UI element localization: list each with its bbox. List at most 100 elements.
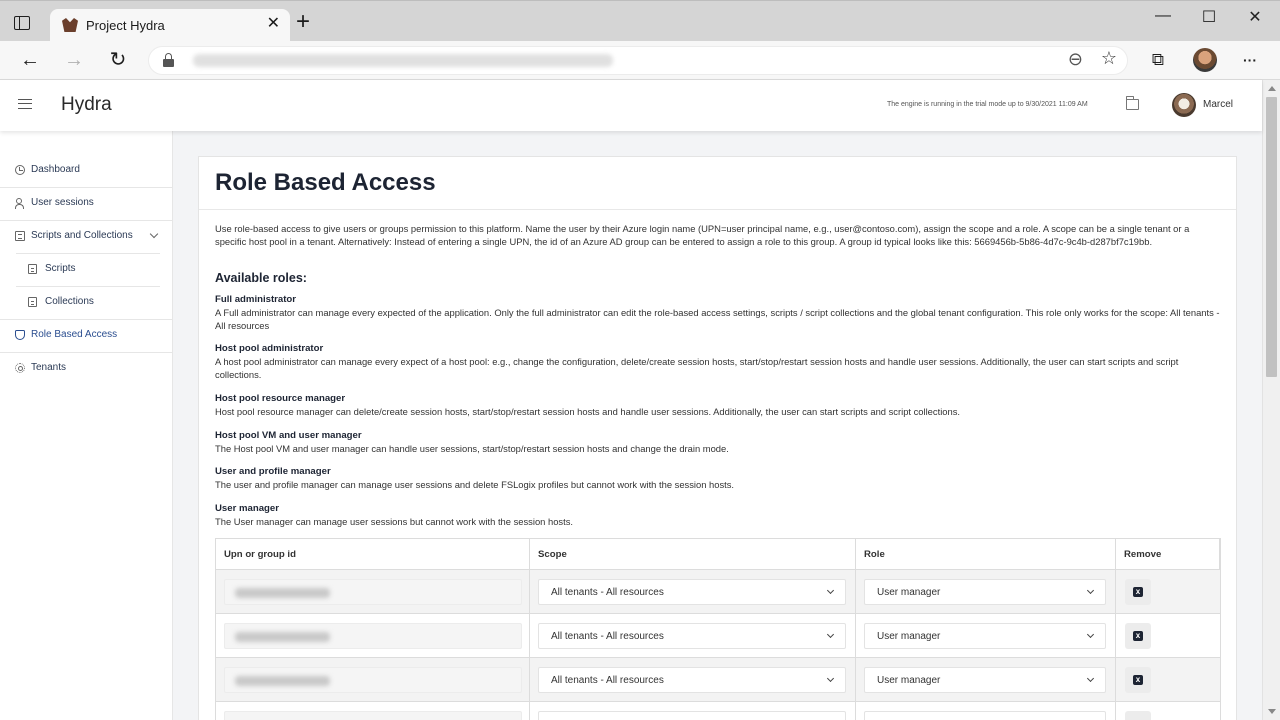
role-select[interactable] [864, 711, 1106, 720]
sidebar-item-user-sessions[interactable]: User sessions [0, 187, 172, 220]
table-row: All tenants - All resources User manager… [216, 569, 1220, 613]
role-name: Full administrator [215, 294, 297, 305]
trial-mode-notice: The engine is running in the trial mode … [887, 101, 1088, 108]
remove-cell: x [1116, 614, 1220, 657]
scope-cell: All tenants - All resources [530, 614, 856, 657]
sidebar-item-scripts[interactable]: Scripts [0, 253, 172, 286]
upn-value-blurred [235, 632, 330, 642]
scope-select[interactable] [538, 711, 846, 720]
role-full-administrator: Full administrator A Full administrator … [215, 293, 1225, 332]
role-host-pool-vm-and-user-manager: Host pool VM and user manager The Host p… [215, 429, 1225, 455]
browser-tab[interactable]: Project Hydra ✕ [50, 9, 290, 42]
chevron-down-icon[interactable] [149, 229, 159, 239]
role-host-pool-resource-manager: Host pool resource manager Host pool res… [215, 392, 1225, 418]
upn-input[interactable] [224, 623, 522, 649]
scroll-down-icon[interactable] [1268, 709, 1276, 714]
close-icon: x [1133, 631, 1143, 641]
sidebar-item-collections[interactable]: Collections [0, 286, 172, 319]
user-name[interactable]: Marcel [1203, 99, 1233, 110]
chevron-down-icon [826, 586, 835, 595]
forward-icon[interactable]: → [62, 48, 86, 72]
user-avatar[interactable] [1172, 93, 1196, 117]
sidebar-item-label: Collections [45, 296, 94, 307]
remove-button[interactable]: x [1125, 623, 1151, 649]
role-description: The User manager can manage user session… [215, 516, 573, 527]
remove-button[interactable] [1125, 711, 1151, 720]
role-value: User manager [877, 631, 941, 642]
role-value: User manager [877, 587, 941, 598]
column-header-role: Role [856, 539, 1116, 569]
tab-title: Project Hydra [86, 18, 165, 33]
scope-cell: All tenants - All resources [530, 658, 856, 701]
sidebar-item-label: Dashboard [31, 164, 80, 175]
role-cell [856, 702, 1116, 720]
close-window-icon[interactable]: ✕ [1240, 7, 1270, 27]
sidebar-item-label: Scripts [45, 263, 76, 274]
chevron-down-icon [1086, 674, 1095, 683]
remove-cell: x [1116, 570, 1220, 613]
remove-cell [1116, 702, 1220, 720]
remove-button[interactable]: x [1125, 667, 1151, 693]
upn-cell [216, 658, 530, 701]
table-row [216, 701, 1220, 720]
tab-close-icon[interactable]: ✕ [267, 15, 280, 33]
scroll-up-icon[interactable] [1268, 86, 1276, 91]
close-icon: x [1133, 675, 1143, 685]
remove-button[interactable]: x [1125, 579, 1151, 605]
page-scrollbar[interactable] [1262, 80, 1280, 720]
role-cell: User manager [856, 614, 1116, 657]
gear-icon [15, 363, 25, 373]
role-select[interactable]: User manager [864, 579, 1106, 605]
sidebar-item-label: User sessions [31, 197, 94, 208]
role-value: User manager [877, 675, 941, 686]
collections-icon[interactable]: ⧉ [1146, 48, 1170, 72]
lock-icon[interactable] [163, 53, 174, 67]
role-host-pool-administrator: Host pool administrator A host pool admi… [215, 342, 1225, 381]
sidebar-item-tenants[interactable]: Tenants [0, 352, 172, 385]
sidebar-item-dashboard[interactable]: Dashboard [0, 154, 172, 187]
role-description: A Full administrator can manage every ex… [215, 307, 1220, 331]
tab-actions-icon[interactable] [14, 16, 30, 30]
sidebar-item-scripts-and-collections[interactable]: Scripts and Collections [0, 220, 172, 253]
role-name: User manager [215, 503, 279, 514]
chevron-down-icon [826, 674, 835, 683]
browser-profile-avatar[interactable] [1193, 48, 1217, 72]
upn-input[interactable] [224, 667, 522, 693]
sidebar-item-label: Scripts and Collections [31, 230, 133, 241]
sidebar: Dashboard User sessions Scripts and Coll… [0, 131, 173, 720]
sidebar-item-label: Tenants [31, 362, 67, 373]
remove-cell: x [1116, 658, 1220, 701]
role-description: Host pool resource manager can delete/cr… [215, 406, 960, 417]
upn-input[interactable] [224, 579, 522, 605]
maximize-icon[interactable]: ☐ [1194, 7, 1224, 27]
scope-cell [530, 702, 856, 720]
refresh-icon[interactable]: ↻ [106, 48, 130, 72]
sidebar-item-role-based-access[interactable]: Role Based Access [0, 319, 172, 352]
page-title: Role Based Access [215, 169, 436, 196]
role-select[interactable]: User manager [864, 667, 1106, 693]
minimize-icon[interactable]: — [1148, 7, 1178, 25]
upn-input[interactable] [224, 711, 522, 720]
scope-select[interactable]: All tenants - All resources [538, 579, 846, 605]
favorites-icon[interactable]: ☆ [1101, 48, 1117, 69]
sidebar-item-label: Role Based Access [31, 329, 118, 340]
more-options-icon[interactable]: ··· [1238, 48, 1262, 72]
scrollbar-thumb[interactable] [1266, 97, 1277, 377]
address-bar[interactable]: ⊖ ☆ [148, 46, 1128, 75]
column-header-upn: Upn or group id [216, 539, 530, 569]
zoom-out-icon[interactable]: ⊖ [1068, 49, 1083, 70]
chevron-down-icon [1086, 630, 1095, 639]
role-select[interactable]: User manager [864, 623, 1106, 649]
upn-value-blurred [235, 676, 330, 686]
role-based-access-card: Role Based Access Use role-based access … [198, 156, 1237, 720]
scope-value: All tenants - All resources [551, 675, 664, 686]
hamburger-menu-icon[interactable] [18, 99, 32, 109]
new-tab-icon[interactable]: + [296, 10, 310, 34]
scope-select[interactable]: All tenants - All resources [538, 667, 846, 693]
scope-value: All tenants - All resources [551, 587, 664, 598]
back-icon[interactable]: ← [18, 48, 42, 72]
browser-toolbar: ← → ↻ ⊖ ☆ ⧉ ··· [0, 41, 1280, 80]
scope-select[interactable]: All tenants - All resources [538, 623, 846, 649]
role-name: Host pool administrator [215, 343, 324, 354]
folder-icon[interactable] [1126, 96, 1139, 110]
